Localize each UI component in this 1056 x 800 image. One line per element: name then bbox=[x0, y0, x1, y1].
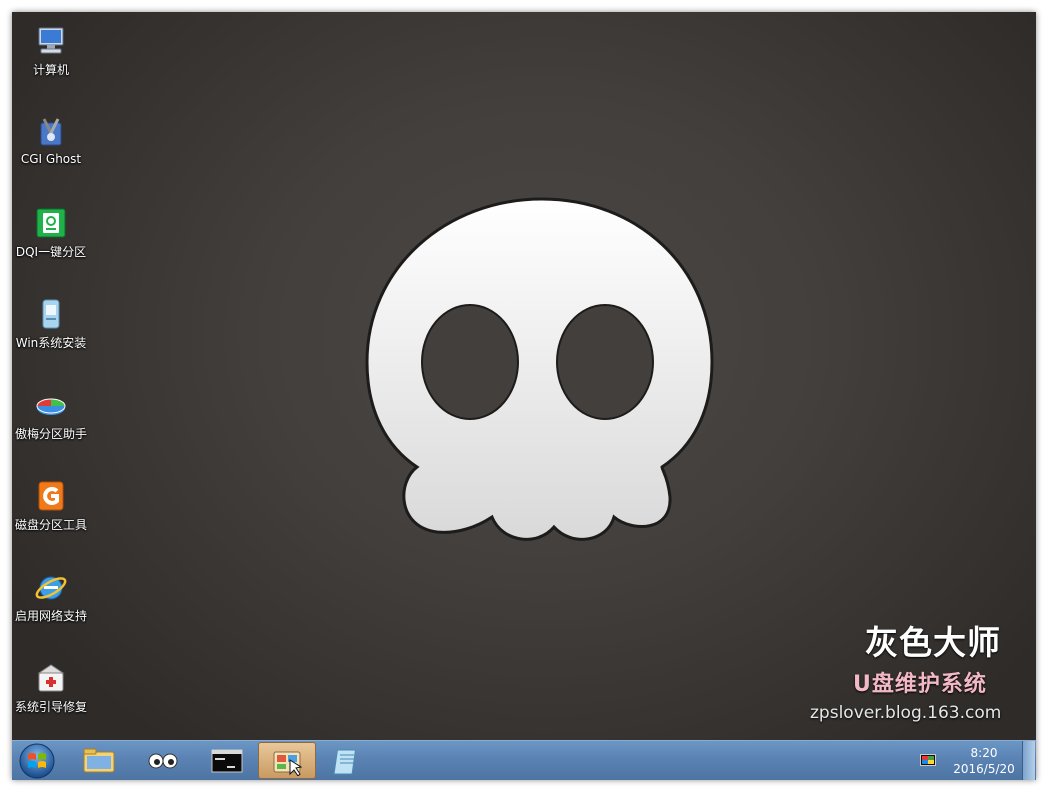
desktop-icon-label: CGI Ghost bbox=[20, 152, 82, 166]
brand-subtitle: U盘维护系统 bbox=[853, 672, 987, 697]
taskbar: 8:20 2016/5/20 bbox=[12, 740, 1036, 780]
desktop-screen: 计算机 CGI Ghost DQI一键分区 Win系统安装 傲梅分区助手 磁盘分… bbox=[12, 12, 1036, 780]
taskbar-clock[interactable]: 8:20 2016/5/20 bbox=[944, 745, 1024, 777]
desktop-icon-aomei[interactable]: 傲梅分区助手 bbox=[12, 380, 90, 460]
boot-repair-icon bbox=[37, 664, 65, 692]
start-button[interactable] bbox=[16, 742, 58, 780]
desktop-icon-label: 系统引导修复 bbox=[14, 700, 87, 714]
file-explorer-icon bbox=[83, 748, 115, 772]
clock-time: 8:20 bbox=[970, 746, 998, 760]
show-desktop-button[interactable] bbox=[1022, 741, 1035, 780]
command-prompt-icon bbox=[211, 749, 243, 772]
desktop-icon-network[interactable]: 启用网络支持 bbox=[12, 562, 90, 642]
aomei-partition-icon bbox=[36, 398, 66, 415]
desktop-icon-label: 傲梅分区助手 bbox=[14, 427, 87, 441]
taskbar-eyes-button[interactable] bbox=[134, 742, 192, 779]
diskgenius-icon bbox=[38, 481, 64, 511]
desktop-icon-diskgenius[interactable]: 磁盘分区工具 bbox=[12, 471, 90, 551]
computer-icon bbox=[38, 27, 64, 54]
taskbar-file-explorer-button[interactable] bbox=[70, 742, 128, 779]
clock-date: 2016/5/20 bbox=[953, 762, 1015, 776]
cgi-ghost-icon bbox=[40, 118, 62, 146]
disk-partition-icon bbox=[36, 208, 66, 238]
desktop-icon-boot-repair[interactable]: 系统引导修复 bbox=[12, 653, 90, 733]
eyes-icon bbox=[148, 753, 178, 768]
windows-install-icon bbox=[42, 299, 60, 329]
control-panel-icon bbox=[273, 751, 303, 776]
tray-display-button[interactable] bbox=[920, 753, 936, 767]
desktop-icon-label: 启用网络支持 bbox=[14, 609, 87, 623]
notepad-icon bbox=[333, 749, 357, 774]
brand-title: 灰色大师 bbox=[865, 623, 1001, 662]
desktop-icon-label: 磁盘分区工具 bbox=[14, 518, 87, 532]
internet-explorer-icon bbox=[35, 576, 67, 600]
desktop-icon-label: 计算机 bbox=[32, 63, 69, 77]
brand-url: zpslover.blog.163.com bbox=[810, 703, 1002, 723]
taskbar-command-prompt-button[interactable] bbox=[198, 742, 256, 779]
display-icon bbox=[920, 754, 936, 766]
taskbar-notepad-button[interactable] bbox=[318, 742, 376, 779]
desktop-icon-win-install[interactable]: Win系统安装 bbox=[12, 289, 90, 369]
windows-start-orb-icon bbox=[19, 743, 55, 779]
desktop-icon-label: Win系统安装 bbox=[15, 336, 87, 350]
desktop-icon-computer[interactable]: 计算机 bbox=[12, 16, 90, 96]
skull-wallpaper-graphic bbox=[365, 197, 714, 541]
desktop-icon-label: DQI一键分区 bbox=[15, 245, 87, 259]
desktop-icon-cgi-ghost[interactable]: CGI Ghost bbox=[12, 107, 90, 187]
taskbar-control-panel-button[interactable] bbox=[258, 742, 316, 779]
desktop-icon-dqi[interactable]: DQI一键分区 bbox=[12, 198, 90, 278]
